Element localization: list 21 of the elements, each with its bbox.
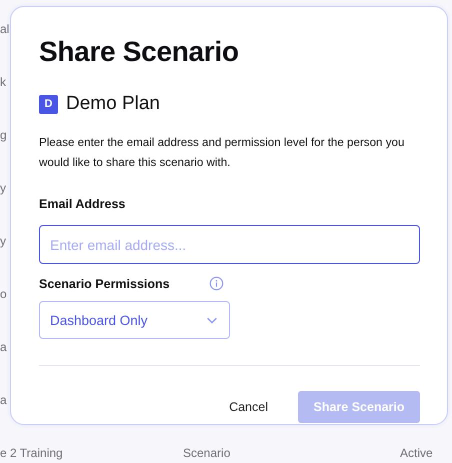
dialog-title: Share Scenario	[39, 35, 239, 69]
permissions-dropdown[interactable]: Dashboard Only	[39, 301, 230, 339]
table-cell: k	[0, 75, 6, 89]
dialog-description: Please enter the email address and permission level for the person you would like to share this scenario with.	[39, 135, 406, 171]
table-cell: y	[0, 181, 6, 195]
plan-name: Demo Plan	[66, 93, 160, 115]
table-cell: o	[0, 287, 7, 301]
info-icon	[209, 276, 224, 291]
field-label: Scenario Permissions	[39, 276, 170, 290]
table-cell: a	[0, 340, 7, 354]
table-cell: a	[0, 393, 7, 407]
field-label: Email Address	[39, 197, 126, 211]
email-field[interactable]: Enter email address...	[39, 225, 420, 264]
table-cell: y	[0, 234, 6, 248]
plan-badge: D	[39, 94, 58, 114]
table-cell: Scenario	[183, 446, 230, 460]
table-cell: Active	[400, 446, 433, 460]
table-cell: al	[0, 22, 10, 36]
cancel-button[interactable]: Cancel	[229, 396, 268, 418]
table-cell: g	[0, 128, 7, 142]
table-cell: e 2 Training	[0, 446, 63, 460]
